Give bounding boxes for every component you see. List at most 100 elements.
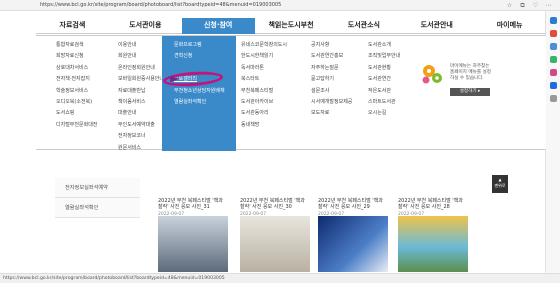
photo-thumbnail[interactable] xyxy=(240,216,310,272)
menu-item[interactable]: 무인도서예약대출 xyxy=(118,120,164,131)
menu-item[interactable]: 자주하는질문 xyxy=(311,63,352,74)
mymenu-settings-button[interactable]: 설정하기 ▸ xyxy=(450,88,490,96)
menu-item[interactable]: 도서쇼핑 xyxy=(56,108,97,119)
nav-reading-city[interactable]: 책읽는도시부천 xyxy=(254,18,328,34)
menu-item[interactable]: 한도시한책읽기 xyxy=(241,51,287,62)
side-menu: 전자정보실좌석예약 열람실좌석확인 xyxy=(55,178,140,218)
menu-item[interactable]: 작은도서관 xyxy=(368,86,400,97)
photo-thumbnail[interactable] xyxy=(318,216,388,272)
menu-item[interactable]: 보도자료 xyxy=(311,108,352,119)
menu-column-reading-city: 유네스코문학창의도시 한도시한책읽기 독서마라톤 북스타트 부천북페스티벌 도서… xyxy=(241,40,287,131)
menu-item[interactable]: 도서관소개 xyxy=(368,40,400,51)
browser-sidebar xyxy=(545,11,560,273)
url-text[interactable]: https://www.bcl.go.kr/site/program/board… xyxy=(40,2,281,8)
photo-thumbnail[interactable] xyxy=(398,160,468,195)
nav-library-use[interactable]: 도서관이용 xyxy=(108,18,182,34)
menu-item[interactable]: 희망자료신청 xyxy=(56,51,97,62)
photo-thumbnail[interactable] xyxy=(318,160,388,195)
photo-thumbnail[interactable] xyxy=(240,160,310,195)
menu-item[interactable]: 설문조사 xyxy=(311,86,352,97)
back-to-top-label: 맨위로 xyxy=(494,183,506,188)
photo-thumbnail[interactable] xyxy=(158,216,228,272)
back-to-top-button[interactable]: ▲ 맨위로 xyxy=(492,175,508,193)
menu-item[interactable]: 동네책방 xyxy=(241,120,287,131)
menu-item[interactable]: 문화프로그램 xyxy=(162,40,225,51)
menu-item[interactable]: 시서예개발정보제공 xyxy=(311,97,352,108)
nav-guide[interactable]: 도서관안내 xyxy=(400,18,474,34)
menu-item[interactable]: 독서마라톤 xyxy=(241,63,287,74)
nav-apply[interactable]: 신청·참여 xyxy=(181,18,255,34)
tools-icon[interactable] xyxy=(549,43,557,50)
menu-item[interactable]: 열람실좌석확인 xyxy=(162,97,225,108)
star-icon[interactable]: ☆ xyxy=(506,2,513,9)
menu-item[interactable]: 통합자료검색 xyxy=(56,40,97,51)
nav-search[interactable]: 자료검색 xyxy=(36,18,109,34)
menu-item[interactable]: 공지사항 xyxy=(311,40,352,51)
status-bar: https://www.bcl.go.kr/site/program/board… xyxy=(0,273,560,283)
menu-item[interactable]: 도서관연간홍보 xyxy=(311,51,352,62)
add-icon[interactable] xyxy=(549,95,557,102)
menu-item[interactable]: 모바일회원증사용안내 xyxy=(118,74,164,85)
menu-item[interactable]: 학술정보서비스 xyxy=(56,86,97,97)
office-icon[interactable] xyxy=(549,69,557,76)
card-title[interactable]: 2022년 부천 북페스티벌 '책과 찰칵' 사진 응모 사진_30 xyxy=(240,198,310,210)
mymenu-panel: 마이메뉴는 자주찾는 홈페이지 메뉴를 설정하실 수 있습니다. 설정하기 ▸ xyxy=(414,36,540,151)
menu-item[interactable]: 디지털부천문화대전 xyxy=(56,120,97,131)
menu-item[interactable]: 오시는길 xyxy=(368,108,400,119)
menu-item[interactable]: 유네스코문학창의도시 xyxy=(241,40,287,51)
mymenu-description: 마이메뉴는 자주찾는 홈페이지 메뉴를 설정하실 수 있습니다. xyxy=(450,64,491,81)
menu-item[interactable]: 도서관동아리 xyxy=(241,108,287,119)
games-icon[interactable] xyxy=(549,56,557,63)
menu-column-guide: 도서관소개 조직및업무안내 도서관현황 도서관연간 작은도서관 스마트도서관 오… xyxy=(368,40,400,120)
mega-menu: 통합자료검색 희망자료신청 상호대차서비스 전자책·전자잡지 학술정보서비스 오… xyxy=(36,35,546,151)
nav-news[interactable]: 도서관소식 xyxy=(327,18,401,34)
menu-item[interactable]: 온라인정회원안내 xyxy=(118,63,164,74)
menu-item[interactable]: 원문서비스 xyxy=(118,143,164,154)
card-title[interactable]: 2022년 부천 북페스티벌 '책과 찰칵' 사진 응모 사진_28 xyxy=(398,198,468,210)
more-icon[interactable]: ⋯ xyxy=(545,2,552,9)
photo-thumbnail[interactable] xyxy=(158,160,228,195)
address-bar[interactable]: https://www.bcl.go.kr/site/program/board… xyxy=(0,0,560,11)
menu-item[interactable]: 상호대차서비스 xyxy=(56,63,97,74)
gear-icon xyxy=(420,62,444,86)
menu-item[interactable]: 대출안내 xyxy=(118,108,164,119)
menu-item[interactable]: 자료대출반납 xyxy=(118,86,164,97)
menu-item[interactable]: 묻고답하기 xyxy=(311,74,352,85)
menu-item[interactable]: 전자책·전자잡지 xyxy=(56,74,97,85)
menu-item[interactable]: 부천청소년상담자원배재 xyxy=(162,86,225,97)
nav-mymenu[interactable]: 마이메뉴 xyxy=(473,18,547,34)
main-nav: 자료검색 도서관이용 신청·참여 책읽는도시부천 도서관소식 도서관안내 마이메… xyxy=(36,18,547,34)
menu-item[interactable]: 견학신청 xyxy=(162,51,225,62)
menu-column-use: 이용안내 회원안내 온라인정회원안내 모바일회원증사용안내 자료대출반납 책이음… xyxy=(118,40,164,154)
card-title[interactable]: 2022년 부천 북페스티벌 '책과 찰칵' 사진 응모 사진_29 xyxy=(318,198,388,210)
menu-item[interactable]: 회원안내 xyxy=(118,51,164,62)
outlook-icon[interactable] xyxy=(549,82,557,89)
menu-item[interactable]: 부천북페스티벌 xyxy=(241,86,287,97)
menu-item[interactable]: 도서관아카이브 xyxy=(241,97,287,108)
card-title[interactable]: 2022년 부천 북페스티벌 '책과 찰칵' 사진 응모 사진_31 xyxy=(158,198,228,210)
photo-thumbnail[interactable] xyxy=(398,216,468,272)
search-icon[interactable] xyxy=(549,17,557,24)
menu-column-apply: 문화프로그램 견학신청 포토갤러리 부천청소년상담자원배재 열람실좌석확인 xyxy=(162,36,236,151)
menu-item[interactable]: 북스타트 xyxy=(241,74,287,85)
menu-column-news: 공지사항 도서관연간홍보 자주하는질문 묻고답하기 설문조사 시서예개발정보제공… xyxy=(311,40,352,120)
menu-item[interactable]: 오디오북(소전북) xyxy=(56,97,97,108)
menu-item[interactable]: 도서관현황 xyxy=(368,63,400,74)
gallery-card[interactable]: 2022년 부천 북페스티벌 '책과 찰칵' 사진 응모 사진_30 2022-… xyxy=(240,160,310,217)
favorites-icon[interactable]: ♡ xyxy=(532,2,539,9)
menu-item[interactable]: 이용안내 xyxy=(118,40,164,51)
menu-item[interactable]: 전자정보코너 xyxy=(118,131,164,142)
menu-item[interactable]: 스마트도서관 xyxy=(368,97,400,108)
gallery-card[interactable]: 2022년 부천 북페스티벌 '책과 찰칵' 사진 응모 사진_31 2022-… xyxy=(158,160,228,217)
gallery-card[interactable]: 2022년 부천 북페스티벌 '책과 찰칵' 사진 응모 사진_29 2022-… xyxy=(318,160,388,217)
menu-item[interactable]: 조직및업무안내 xyxy=(368,51,400,62)
menu-item[interactable]: 책이음서비스 xyxy=(118,97,164,108)
arrow-icon xyxy=(170,76,180,82)
shopping-icon[interactable] xyxy=(549,30,557,37)
menu-item[interactable]: 도서관연간 xyxy=(368,74,400,85)
side-menu-item[interactable]: 전자정보실좌석예약 xyxy=(55,178,140,198)
menu-column-search: 통합자료검색 희망자료신청 상호대차서비스 전자책·전자잡지 학술정보서비스 오… xyxy=(56,40,97,131)
side-menu-item[interactable]: 열람실좌석확인 xyxy=(55,198,140,218)
extensions-icon[interactable]: ⧉ xyxy=(519,2,526,9)
gallery-card[interactable]: 2022년 부천 북페스티벌 '책과 찰칵' 사진 응모 사진_28 2022-… xyxy=(398,160,468,217)
